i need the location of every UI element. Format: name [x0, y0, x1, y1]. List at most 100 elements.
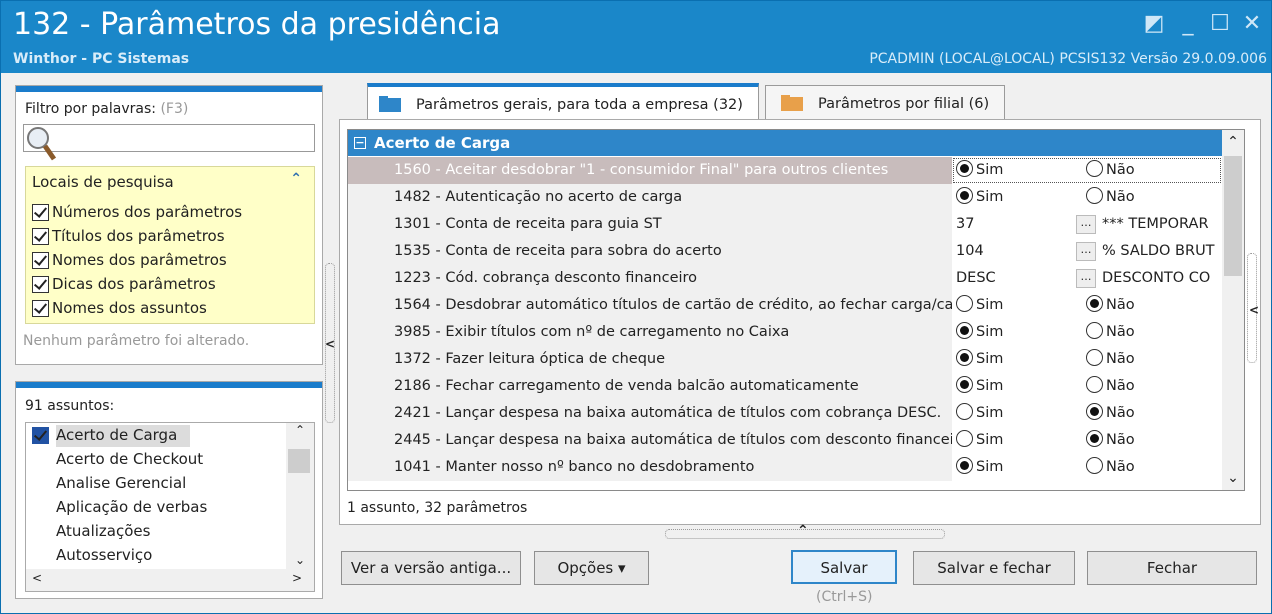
- parameter-row[interactable]: 1372 - Fazer leitura óptica de cheque Sim…: [348, 346, 1222, 373]
- radio-icon[interactable]: [956, 457, 973, 474]
- restore-icon[interactable]: ◩: [1139, 9, 1169, 39]
- locais-option[interactable]: Números dos parâmetros: [32, 203, 242, 221]
- maximize-icon[interactable]: ☐: [1205, 9, 1235, 39]
- parameter-row[interactable]: 1041 - Manter nosso nº banco no desdobra…: [348, 454, 1222, 481]
- lookup-code[interactable]: DESC: [956, 265, 996, 292]
- radio-icon[interactable]: [956, 430, 973, 447]
- radio-icon[interactable]: [1086, 295, 1103, 312]
- checkbox-icon[interactable]: [32, 204, 49, 221]
- radio-option-yes[interactable]: Sim: [956, 427, 1003, 454]
- radio-option-yes[interactable]: Sim: [956, 319, 1003, 346]
- options-button[interactable]: Opções ▾: [534, 551, 649, 585]
- scroll-up-icon[interactable]: ⌃: [1222, 134, 1244, 150]
- parameter-row[interactable]: 1482 - Autenticação no acerto de carga Si…: [348, 184, 1222, 211]
- ellipsis-button[interactable]: …: [1076, 242, 1096, 261]
- radio-option-no[interactable]: Não: [1086, 400, 1135, 427]
- parameter-row[interactable]: 1564 - Desdobrar automático títulos de c…: [348, 292, 1222, 319]
- vertical-scrollbar[interactable]: ⌃ ⌄: [286, 423, 314, 569]
- collapse-left-icon[interactable]: <: [325, 337, 335, 351]
- scroll-right-icon[interactable]: >: [292, 571, 302, 585]
- list-item[interactable]: Analise Gerencial: [56, 474, 186, 492]
- parameter-value[interactable]: 37 … *** TEMPORAR: [952, 211, 1222, 238]
- parameter-row[interactable]: 2421 - Lançar despesa na baixa automátic…: [348, 400, 1222, 427]
- filter-input[interactable]: [23, 124, 315, 161]
- radio-icon[interactable]: [1086, 376, 1103, 393]
- radio-option-no[interactable]: Não: [1086, 346, 1135, 373]
- radio-icon[interactable]: [1086, 322, 1103, 339]
- radio-option-no[interactable]: Não: [1086, 373, 1135, 400]
- list-item[interactable]: Acerto de Carga: [56, 426, 177, 444]
- locais-option[interactable]: Dicas dos parâmetros: [32, 275, 216, 293]
- radio-icon[interactable]: [956, 295, 973, 312]
- radio-option-yes[interactable]: Sim: [956, 454, 1003, 481]
- radio-option-yes[interactable]: Sim: [956, 373, 1003, 400]
- scroll-left-icon[interactable]: <: [32, 571, 42, 585]
- radio-icon[interactable]: [1086, 349, 1103, 366]
- radio-icon[interactable]: [956, 403, 973, 420]
- radio-option-no[interactable]: Não: [1086, 184, 1135, 211]
- close-button[interactable]: Fechar: [1087, 551, 1257, 585]
- parameter-row[interactable]: 1560 - Aceitar desdobrar "1 - consumidor…: [348, 157, 1222, 184]
- radio-option-no[interactable]: Não: [1086, 157, 1135, 184]
- ellipsis-button[interactable]: …: [1076, 269, 1096, 288]
- radio-icon[interactable]: [1086, 187, 1103, 204]
- radio-option-no[interactable]: Não: [1086, 319, 1135, 346]
- scroll-thumb[interactable]: [1224, 156, 1242, 276]
- parameter-row[interactable]: 1223 - Cód. cobrança desconto financeiro…: [348, 265, 1222, 292]
- scroll-thumb[interactable]: [288, 449, 310, 473]
- tab-general[interactable]: Parâmetros gerais, para toda a empresa (…: [367, 83, 759, 119]
- list-item[interactable]: Acerto de Checkout: [56, 450, 203, 468]
- radio-icon[interactable]: [1086, 160, 1103, 177]
- parameter-row[interactable]: 1301 - Conta de receita para guia ST 37 … *…: [348, 211, 1222, 238]
- radio-icon[interactable]: [1086, 457, 1103, 474]
- close-icon[interactable]: ✕: [1237, 9, 1267, 39]
- lookup-code[interactable]: 104: [956, 238, 984, 265]
- radio-icon[interactable]: [1086, 430, 1103, 447]
- checkbox-icon[interactable]: [32, 300, 49, 317]
- parameter-value[interactable]: Sim Não: [952, 373, 1222, 400]
- subjects-list[interactable]: Acerto de Carga Acerto de Checkout Anali…: [25, 422, 315, 592]
- parameter-value[interactable]: DESC … DESCONTO CO: [952, 265, 1222, 292]
- locais-option[interactable]: Nomes dos parâmetros: [32, 251, 227, 269]
- tab-branch[interactable]: Parâmetros por filial (6): [765, 85, 1005, 121]
- radio-option-no[interactable]: Não: [1086, 292, 1135, 319]
- radio-icon[interactable]: [956, 160, 973, 177]
- scroll-down-icon[interactable]: ⌄: [1222, 470, 1244, 486]
- list-item[interactable]: Aplicação de verbas: [56, 498, 207, 516]
- old-version-button[interactable]: Ver a versão antiga...: [341, 551, 521, 585]
- radio-option-no[interactable]: Não: [1086, 427, 1135, 454]
- parameter-value[interactable]: 104 … % SALDO BRUT: [952, 238, 1222, 265]
- save-button[interactable]: Salvar: [791, 550, 897, 584]
- radio-icon[interactable]: [956, 187, 973, 204]
- collapse-group-icon[interactable]: −: [354, 137, 366, 149]
- radio-icon[interactable]: [956, 376, 973, 393]
- save-and-close-button[interactable]: Salvar e fechar: [913, 551, 1075, 585]
- collapse-icon[interactable]: ⌃: [290, 171, 302, 187]
- minimize-icon[interactable]: _: [1173, 9, 1203, 39]
- radio-icon[interactable]: [1086, 403, 1103, 420]
- list-item[interactable]: Atualizações: [56, 522, 150, 540]
- parameter-row[interactable]: 3985 - Exibir títulos com nº de carregam…: [348, 319, 1222, 346]
- radio-option-no[interactable]: Não: [1086, 454, 1135, 481]
- lookup-code[interactable]: 37: [956, 211, 974, 238]
- parameter-value[interactable]: Sim Não: [952, 184, 1222, 211]
- scroll-up-icon[interactable]: ⌃: [286, 423, 314, 437]
- parameter-row[interactable]: 2445 - Lançar despesa na baixa automátic…: [348, 427, 1222, 454]
- parameter-value[interactable]: Sim Não: [952, 292, 1222, 319]
- checkbox-icon[interactable]: [32, 427, 49, 444]
- radio-option-yes[interactable]: Sim: [956, 292, 1003, 319]
- locais-option[interactable]: Nomes dos assuntos: [32, 299, 207, 317]
- radio-option-yes[interactable]: Sim: [956, 184, 1003, 211]
- horizontal-scrollbar[interactable]: < >: [26, 569, 314, 591]
- title-bar[interactable]: 132 - Parâmetros da presidência Winthor …: [1, 1, 1271, 73]
- parameter-value[interactable]: Sim Não: [952, 319, 1222, 346]
- checkbox-icon[interactable]: [32, 228, 49, 245]
- checkbox-icon[interactable]: [32, 252, 49, 269]
- expand-up-icon[interactable]: ⌃: [797, 523, 809, 539]
- checkbox-icon[interactable]: [32, 276, 49, 293]
- radio-option-yes[interactable]: Sim: [956, 400, 1003, 427]
- parameter-row[interactable]: 1535 - Conta de receita para sobra do ac…: [348, 238, 1222, 265]
- group-header[interactable]: − Acerto de Carga: [348, 130, 1222, 156]
- parameter-value[interactable]: Sim Não: [952, 346, 1222, 373]
- parameter-value[interactable]: Sim Não: [952, 400, 1222, 427]
